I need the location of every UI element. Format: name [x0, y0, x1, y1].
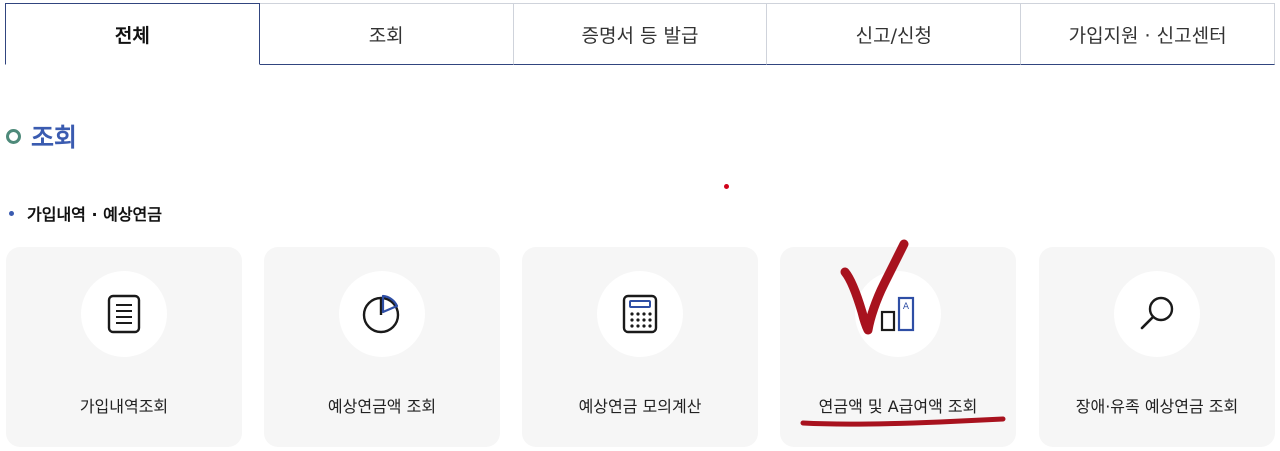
card-pension-amount-a[interactable]: A 연금액 및 A급여액 조회 [780, 247, 1016, 447]
subsection-heading: 가입내역 · 예상연금 [9, 200, 162, 226]
tab-report-apply[interactable]: 신고/신청 [767, 3, 1022, 65]
red-dot-mark [724, 184, 729, 189]
card-label: 가입내역조회 [79, 397, 169, 416]
svg-text:A: A [903, 302, 910, 312]
magnifier-icon [1140, 296, 1174, 330]
subsection-title: 가입내역 · 예상연금 [27, 205, 162, 224]
tab-certificate-issue[interactable]: 증명서 등 발급 [513, 3, 768, 65]
category-tab-bar: 전체 조회 증명서 등 발급 신고/신청 가입지원 · 신고센터 [5, 3, 1275, 65]
section-heading: 조회 [6, 118, 77, 154]
icon-circle [339, 271, 425, 357]
section-title: 조회 [31, 123, 78, 152]
icon-circle [1114, 271, 1200, 357]
card-label: 연금액 및 A급여액 조회 [818, 397, 978, 416]
tab-inquiry[interactable]: 조회 [259, 3, 514, 65]
ring-bullet-icon [6, 128, 21, 144]
card-label: 예상연금 모의계산 [578, 397, 702, 416]
bullet-icon [9, 210, 14, 216]
icon-circle [597, 271, 683, 357]
card-pension-simulation[interactable]: 예상연금 모의계산 [522, 247, 758, 447]
pie-chart-icon [362, 294, 400, 334]
bar-a-icon: A [880, 296, 915, 332]
icon-circle [81, 271, 167, 357]
card-expected-pension[interactable]: 예상연금액 조회 [264, 247, 500, 447]
card-label: 예상연금액 조회 [327, 397, 437, 416]
calculator-icon [622, 294, 658, 334]
card-enrollment-history[interactable]: 가입내역조회 [6, 247, 242, 447]
card-label: 장애·유족 예상연금 조회 [1075, 397, 1239, 416]
icon-circle: A [855, 271, 941, 357]
tab-all[interactable]: 전체 [5, 3, 260, 65]
document-list-icon [107, 294, 141, 334]
card-disability-survivor-pension[interactable]: 장애·유족 예상연금 조회 [1039, 247, 1275, 447]
tab-join-support[interactable]: 가입지원 · 신고센터 [1021, 3, 1275, 65]
